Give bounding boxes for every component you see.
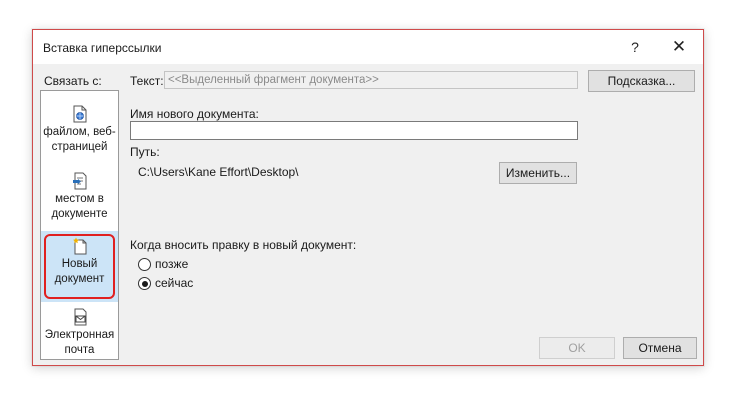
title-bar: Вставка гиперссылки ? ✕ (33, 30, 703, 64)
path-value: C:\Users\Kane Effort\Desktop\ (138, 165, 299, 179)
radio-button-later[interactable] (138, 258, 151, 272)
screentip-button[interactable]: Подсказка... (588, 70, 695, 92)
close-button[interactable]: ✕ (664, 36, 694, 58)
radio-label-now: сейчас (155, 276, 194, 290)
change-path-button[interactable]: Изменить... (499, 162, 577, 184)
cancel-button[interactable]: Отмена (623, 337, 697, 359)
radio-label-later: позже (155, 257, 189, 271)
radio-edit-now[interactable]: сейчас (138, 276, 193, 292)
sidebar-item-label: местом в документе (51, 193, 108, 220)
radio-edit-later[interactable]: позже (138, 257, 188, 273)
dialog-title: Вставка гиперссылки (43, 41, 162, 55)
path-label: Путь: (130, 145, 160, 159)
insert-hyperlink-dialog: Вставка гиперссылки ? ✕ Связать с: файло… (32, 29, 704, 366)
ok-button[interactable]: OK (539, 337, 615, 359)
new-document-icon (72, 237, 88, 255)
sidebar-item-existing-file[interactable]: файлом, веб-страницей (41, 101, 118, 163)
link-to-sidebar: файлом, веб-страницей местом в документе… (40, 90, 119, 360)
email-icon (72, 308, 88, 326)
sidebar-item-label: Новый документ (54, 258, 105, 285)
sidebar-item-label: файлом, веб-страницей (43, 126, 116, 153)
help-button[interactable]: ? (621, 36, 649, 58)
new-document-name-label: Имя нового документа: (130, 107, 259, 121)
sidebar-item-email[interactable]: Электронная почта (41, 304, 118, 363)
edit-when-label: Когда вносить правку в новый документ: (130, 238, 357, 252)
bookmark-page-icon (72, 172, 88, 190)
sidebar-item-label: Электронная почта (44, 329, 115, 356)
radio-button-now[interactable] (138, 277, 151, 291)
new-document-name-input[interactable] (130, 121, 578, 140)
web-page-icon (72, 105, 88, 123)
sidebar-item-place-in-document[interactable]: местом в документе (41, 168, 118, 230)
text-to-display-field[interactable]: <<Выделенный фрагмент документа>> (164, 71, 578, 89)
text-to-display-label: Текст: (130, 74, 164, 88)
link-to-label: Связать с: (44, 74, 102, 88)
sidebar-item-new-document[interactable]: Новый документ (41, 231, 118, 302)
